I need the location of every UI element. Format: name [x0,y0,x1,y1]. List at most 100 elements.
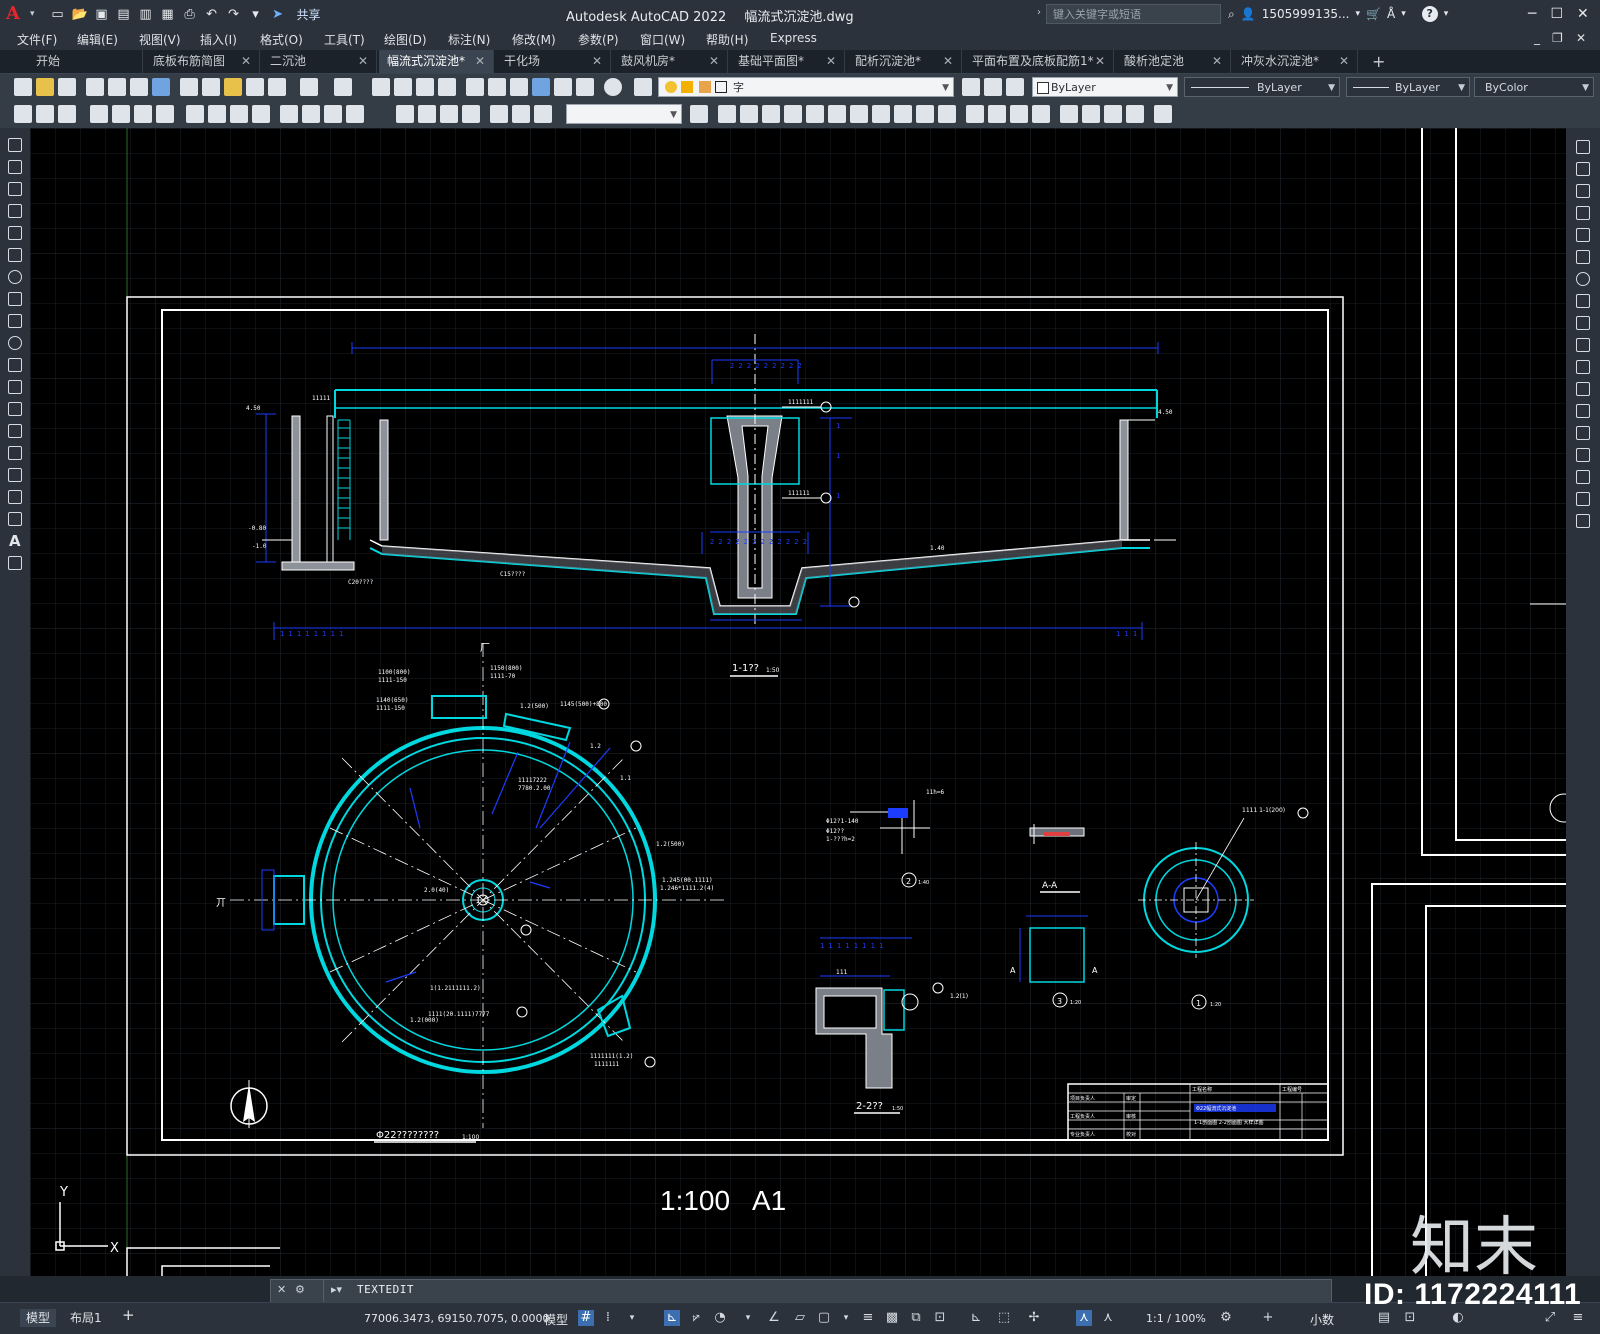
tab-file[interactable]: 鼓风机房* ✕ [613,50,728,73]
transparency-icon[interactable]: ▩ [884,1310,900,1326]
layer-previous-icon[interactable] [984,78,1002,96]
tab-close-icon[interactable]: ✕ [475,50,485,73]
chamfer-icon[interactable] [1576,448,1590,462]
help-chevron-icon[interactable]: ▾ [1444,9,1449,19]
tab-start[interactable]: 开始 [28,50,143,73]
arc-icon[interactable] [8,248,22,262]
menu-modify[interactable]: 修改(M) [512,31,556,48]
scale-icon[interactable] [1576,294,1590,308]
doc-minimize-icon[interactable]: _ [1534,31,1540,45]
dim-style-manager-icon[interactable] [690,105,708,123]
section-icon[interactable] [1104,105,1122,123]
dim-update-icon[interactable] [512,105,530,123]
tool-palettes-icon[interactable] [510,78,528,96]
object-snap-tracking-icon[interactable]: ∠ [766,1310,782,1326]
torus-icon[interactable] [850,105,868,123]
command-line[interactable]: ✕ ⚙ ▸▾ TEXTEDIT [270,1279,1332,1303]
offset-icon[interactable] [1576,206,1590,220]
markup-icon[interactable] [554,78,572,96]
fullscreen-icon[interactable]: ⤢ [1542,1310,1558,1326]
save-web-icon[interactable]: ▦ [159,5,177,23]
inspect-icon[interactable] [418,105,436,123]
extend-icon[interactable] [1576,360,1590,374]
hatch-icon[interactable] [8,446,22,460]
model-space-drawing[interactable]: 2 2 2 2 2 2 2 2 2 2 2 2 2 2 2 2 2 2 2 2 … [30,128,1566,1276]
autocad-logo-icon[interactable]: A [6,3,28,25]
menu-window[interactable]: 窗口(W) [640,31,685,48]
make-current-icon[interactable] [962,78,980,96]
3d-osnap-icon[interactable]: ⊡ [932,1310,948,1326]
break-icon[interactable] [324,105,342,123]
properties-icon[interactable] [466,78,484,96]
rectangle-icon[interactable] [8,226,22,240]
tab-close-icon[interactable]: ✕ [1095,50,1105,73]
dim-style-icon[interactable] [534,105,552,123]
sheet-set-icon[interactable] [532,78,550,96]
search-expand-icon[interactable]: › [1037,7,1041,18]
tab-close-icon[interactable]: ✕ [358,50,368,73]
dim-edit-icon[interactable] [462,105,480,123]
break-icon[interactable] [1576,404,1590,418]
break-at-point-icon[interactable] [1576,382,1590,396]
line-icon[interactable] [8,138,22,152]
command-input[interactable]: TEXTEDIT [357,1283,414,1296]
aligned-dim-icon[interactable] [58,105,76,123]
copy-icon[interactable] [202,78,220,96]
osnap-chevron-icon[interactable]: ▾ [838,1310,854,1326]
ellipse-arc-icon[interactable] [8,358,22,372]
add-selected-icon[interactable] [8,556,22,570]
layer-states-icon[interactable] [1006,78,1024,96]
maximize-icon[interactable]: ☐ [1550,6,1563,22]
polyline-icon[interactable] [8,182,22,196]
share-icon[interactable]: ➤ [269,5,287,23]
arc-length-icon[interactable] [90,105,108,123]
cart-icon[interactable]: 🛒 [1366,7,1381,21]
isolate-objects-icon[interactable]: ◐ [1450,1310,1466,1326]
explode-icon[interactable] [1576,514,1590,528]
mirror-icon[interactable] [1576,184,1590,198]
save-as-icon[interactable]: ▤ [115,5,133,23]
design-center-icon[interactable] [488,78,506,96]
menu-file[interactable]: 文件(F) [17,31,57,48]
revolve-icon[interactable] [916,105,934,123]
menu-tools[interactable]: 工具(T) [324,31,365,48]
angular-icon[interactable] [208,105,226,123]
point-icon[interactable] [8,424,22,438]
pan-icon[interactable] [372,78,390,96]
units-button[interactable]: 小数 [1310,1311,1334,1328]
open-icon[interactable] [36,78,54,96]
help-icon[interactable]: ? [1421,6,1438,22]
continue-icon[interactable] [280,105,298,123]
polar-chevron-icon[interactable]: ▾ [740,1310,756,1326]
3d-print-icon[interactable] [152,78,170,96]
dim-text-edit-icon[interactable] [490,105,508,123]
ellipse-icon[interactable] [8,336,22,350]
workspace-icon[interactable]: ⚙ [1218,1310,1234,1326]
lineweight-icon[interactable]: ▱ [792,1310,808,1326]
search-input[interactable]: 键入关键字或短语 [1046,4,1221,24]
menu-view[interactable]: 视图(V) [139,31,181,48]
coordinate-readout[interactable]: 77006.3473, 69150.7075, 0.0000 [364,1312,549,1325]
layer-combo[interactable]: 字 ▼ [658,77,954,97]
center-mark-icon[interactable] [396,105,414,123]
3d-move-icon[interactable] [1154,105,1172,123]
zoom-realtime-icon[interactable] [394,78,412,96]
quick-properties-icon[interactable]: ▤ [1376,1310,1392,1326]
qnew-icon[interactable] [14,78,32,96]
revcloud-icon[interactable] [8,292,22,306]
publish-icon[interactable] [130,78,148,96]
quick-dim-icon[interactable] [14,105,32,123]
add-layout-button[interactable]: + [116,1306,141,1324]
space-icon[interactable] [302,105,320,123]
ortho-icon[interactable]: ⊾ [664,1310,680,1326]
preview-icon[interactable] [108,78,126,96]
menu-draw[interactable]: 绘图(D) [384,31,427,48]
help-icon[interactable] [604,78,622,96]
menu-help[interactable]: 帮助(H) [706,31,748,48]
stretch-icon[interactable] [1576,316,1590,330]
isodraft-icon[interactable]: ◔ [712,1310,728,1326]
annotation-scale[interactable]: 1:1 / 100% [1146,1312,1206,1325]
command-close-icon[interactable]: ✕ [277,1283,286,1296]
tab-file[interactable]: 基础平面图* ✕ [730,50,845,73]
construction-line-icon[interactable] [8,160,22,174]
